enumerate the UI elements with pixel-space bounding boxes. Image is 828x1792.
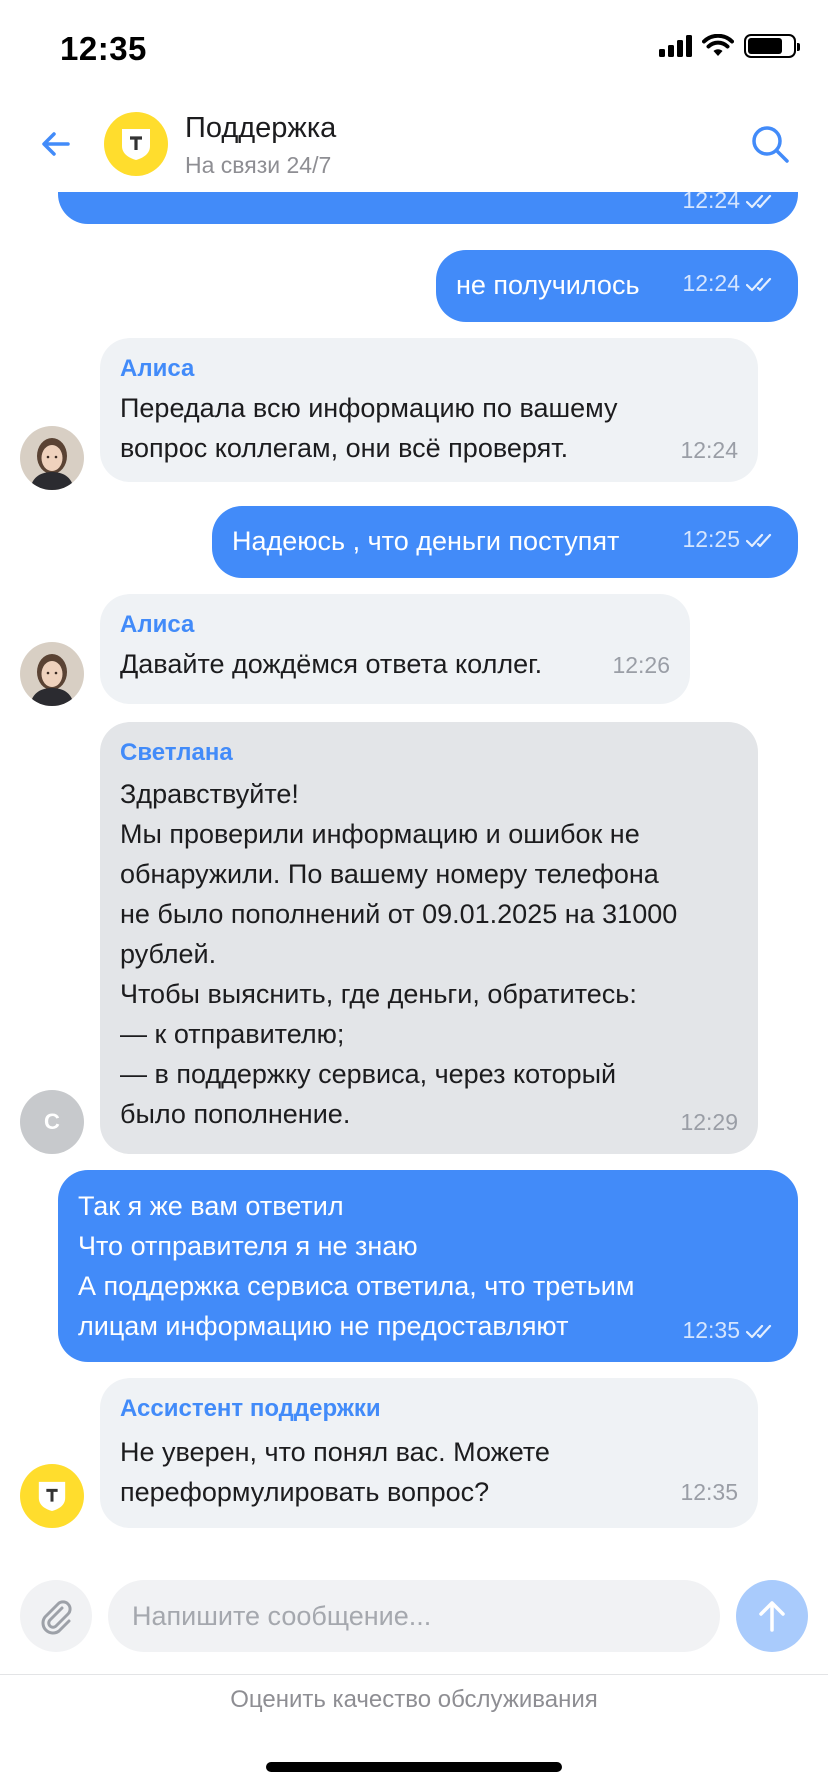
message-time: 12:24 — [682, 270, 740, 296]
support-logo[interactable] — [104, 112, 168, 176]
message-time: 12:35 — [682, 1317, 740, 1343]
message-text: Не уверен, что понял вас. Можете перефор… — [120, 1437, 550, 1507]
chat-area[interactable]: 12:24 не получилось 12:24 Алиса Передала… — [0, 192, 828, 1560]
search-icon[interactable] — [748, 122, 792, 166]
person-photo-icon — [20, 426, 84, 490]
bank-shield-icon — [38, 1481, 66, 1512]
message-time: 12:35 — [680, 1479, 738, 1505]
person-photo-icon — [20, 642, 84, 706]
avatar-svetlana[interactable]: С — [20, 1090, 84, 1154]
message-time: 12:29 — [680, 1109, 738, 1135]
home-indicator[interactable] — [266, 1762, 562, 1772]
cellular-signal-icon — [659, 35, 692, 57]
arrow-up-icon — [759, 1601, 785, 1632]
message-incoming[interactable]: Алиса Передала всю информацию по вашему … — [100, 338, 758, 482]
message-incoming[interactable]: Светлана Здравствуйте! Мы проверили инфо… — [100, 722, 758, 1154]
message-input[interactable] — [108, 1580, 720, 1652]
status-time: 12:35 — [60, 30, 147, 67]
avatar-alisa[interactable] — [20, 642, 84, 706]
chat-subtitle: На связи 24/7 — [185, 152, 332, 178]
double-check-icon — [746, 1324, 772, 1338]
message-author: Алиса — [120, 611, 195, 638]
message-time: 12:24 — [682, 192, 740, 213]
chat-header: Поддержка На связи 24/7 — [0, 100, 828, 192]
status-icons — [659, 34, 800, 58]
double-check-icon — [746, 194, 772, 208]
message-author: Ассистент поддержки — [120, 1395, 381, 1422]
message-composer — [0, 1560, 828, 1672]
wifi-icon — [702, 34, 734, 56]
message-time: 12:24 — [680, 437, 738, 463]
message-time: 12:26 — [612, 652, 670, 678]
message-outgoing[interactable]: 12:24 — [58, 192, 798, 224]
message-text: Передала всю информацию по вашему вопрос… — [120, 393, 618, 463]
rate-service-link[interactable]: Оценить качество обслуживания — [0, 1686, 828, 1714]
avatar-assistant[interactable] — [20, 1464, 84, 1528]
status-bar: 12:35 — [0, 0, 828, 100]
message-author: Светлана — [120, 739, 233, 766]
message-outgoing[interactable]: Надеюсь , что деньги поступят 12:25 — [212, 506, 798, 578]
divider — [0, 1674, 828, 1675]
paperclip-icon — [41, 1600, 72, 1635]
message-text: Так я же вам ответил Что отправителя я н… — [78, 1191, 635, 1341]
battery-icon — [744, 34, 800, 58]
message-text: Надеюсь , что деньги поступят — [232, 526, 620, 556]
chat-title[interactable]: Поддержка — [185, 112, 336, 145]
message-text: Здравствуйте! Мы проверили информацию и … — [120, 779, 678, 1129]
message-incoming[interactable]: Алиса Давайте дождёмся ответа коллег. 12… — [100, 594, 690, 704]
message-author: Алиса — [120, 355, 195, 382]
message-incoming[interactable]: Ассистент поддержки Не уверен, что понял… — [100, 1378, 758, 1528]
message-text: не получилось — [456, 270, 640, 300]
avatar-alisa[interactable] — [20, 426, 84, 490]
send-button[interactable] — [736, 1580, 808, 1652]
double-check-icon — [746, 533, 772, 547]
message-time: 12:25 — [682, 526, 740, 552]
bank-shield-icon — [122, 129, 150, 160]
message-text: Давайте дождёмся ответа коллег. — [120, 649, 543, 679]
double-check-icon — [746, 277, 772, 291]
attach-button[interactable] — [20, 1580, 92, 1652]
message-outgoing[interactable]: Так я же вам ответил Что отправителя я н… — [58, 1170, 798, 1362]
back-arrow-icon[interactable] — [38, 126, 74, 162]
message-outgoing[interactable]: не получилось 12:24 — [436, 250, 798, 322]
